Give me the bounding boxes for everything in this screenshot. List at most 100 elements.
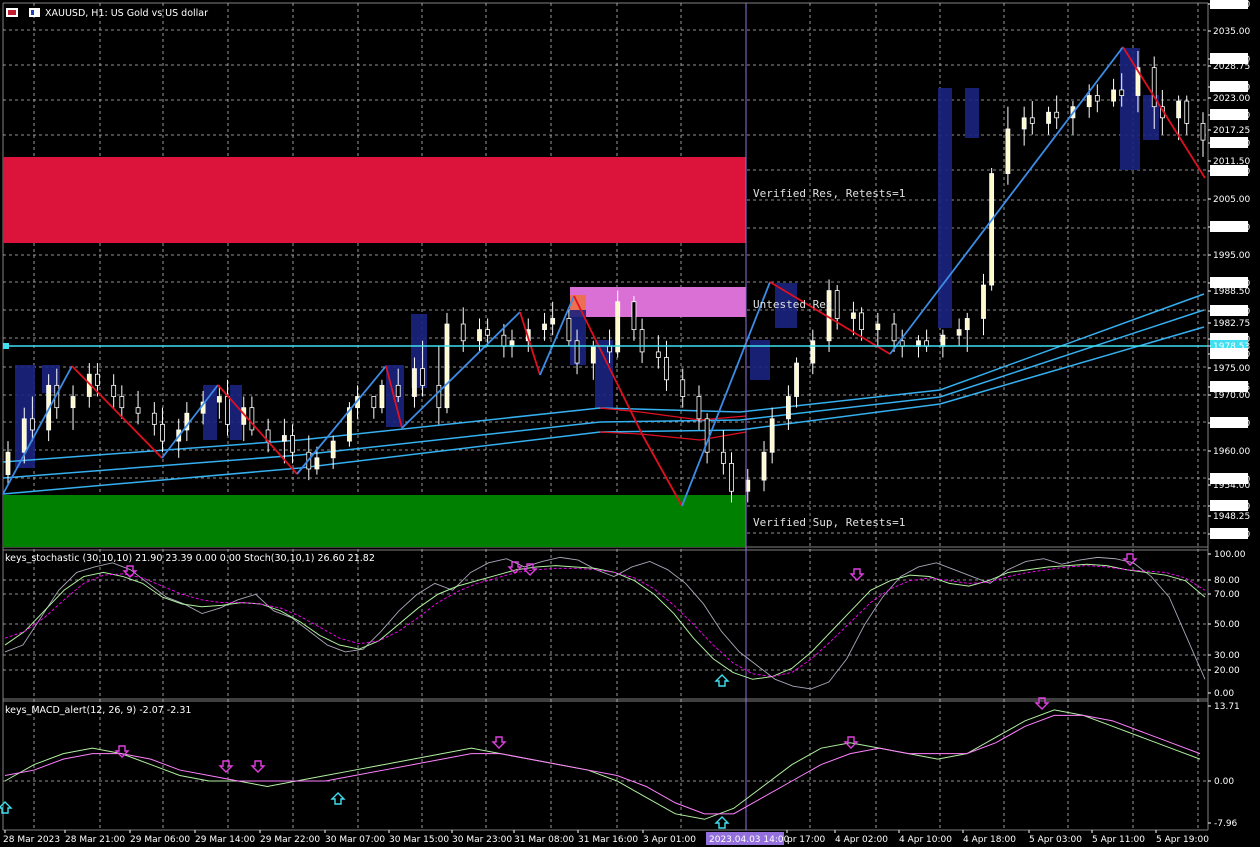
untested-resistance-zone — [570, 287, 746, 317]
price-label: 1985.00 — [1213, 307, 1250, 317]
swing-box-10 — [938, 88, 952, 328]
candle-body-bull — [1046, 111, 1051, 124]
macd-title: keys_MACD_alert(12, 26, 9) -2.07 -2.31 — [5, 705, 191, 716]
price-label: 2035.00 — [1213, 27, 1250, 37]
candle-body-bear — [566, 318, 572, 342]
price-label: 2020.00 — [1213, 111, 1250, 121]
candle-body-bear — [1054, 111, 1060, 119]
candle-body-bear — [160, 423, 165, 442]
candle-body-bear — [639, 329, 645, 353]
time-label: 5 Apr 19:00 — [1156, 835, 1209, 845]
candle-body-bull — [70, 396, 76, 409]
candle-body-bear — [696, 396, 702, 420]
candle-body-bull — [769, 418, 775, 453]
candle-body-bear — [371, 396, 377, 409]
candle-body-bear — [1094, 95, 1100, 102]
time-label: 31 Mar 16:00 — [578, 835, 638, 845]
candle-body-bear — [680, 379, 686, 397]
price-label: 1945.00 — [1213, 530, 1250, 540]
candle-body-bull — [281, 435, 287, 442]
candle-body-bull — [412, 368, 417, 397]
stoch-axis-label: 70.00 — [1214, 590, 1240, 600]
candle-body-bear — [135, 407, 141, 414]
candle-body-bull — [314, 457, 320, 470]
price-label: 1970.00 — [1213, 391, 1250, 401]
candle-body-bear — [225, 396, 230, 425]
candle-body-bear — [1151, 67, 1157, 108]
time-label: 30 Mar 23:00 — [452, 835, 512, 845]
candle-body-bear — [1184, 100, 1190, 124]
price-label: 1995.00 — [1213, 251, 1250, 261]
candle-body-bull — [810, 340, 816, 364]
time-label: 5 Apr 11:00 — [1092, 835, 1145, 845]
candle-body-bull — [1176, 100, 1182, 119]
candle-body-bear — [436, 384, 442, 409]
time-label: 28 Mar 21:00 — [65, 835, 125, 845]
stoch-axis-label: 50.00 — [1214, 620, 1240, 630]
symbol-title: XAUUSD, H1: US Gold vs US dollar — [45, 8, 208, 19]
trading-chart[interactable]: Verified Res, Retests=1 Untested Res Ver… — [0, 0, 1260, 847]
candle-body-bull — [216, 396, 222, 403]
candle-body-bear — [29, 418, 35, 431]
stoch-axis-label: 0.00 — [1214, 689, 1234, 699]
time-label: 4 Apr 02:00 — [835, 835, 888, 845]
candle-body-bull — [615, 301, 621, 353]
candle-body-bull — [875, 323, 881, 331]
candle-body-bull — [989, 173, 995, 286]
candle-body-bear — [1200, 122, 1206, 141]
candle-body-bull — [5, 451, 11, 475]
candle — [444, 312, 450, 414]
candle-body-bull — [964, 318, 970, 331]
candle-body-bull — [940, 334, 946, 347]
price-label: 2000.00 — [1213, 223, 1250, 233]
candle-body-bull — [956, 329, 962, 336]
price-label: 1975.00 — [1213, 364, 1250, 374]
macd-axis-label: 0.00 — [1214, 777, 1234, 787]
price-label: 2025.00 — [1213, 83, 1250, 93]
candle-body-bear — [631, 301, 637, 331]
untested-resistance-label: Untested Res — [753, 298, 832, 311]
price-label: 2017.25 — [1213, 126, 1250, 136]
swing-box-11 — [965, 88, 979, 138]
candle-body-bear — [95, 373, 100, 386]
price-label: 1950.00 — [1213, 502, 1250, 512]
stoch-axis-label: 20.00 — [1214, 666, 1240, 676]
verified-support-zone — [3, 495, 746, 547]
time-label: 28 Mar 2023 — [3, 835, 60, 845]
stochastic-title: keys_stochastic (30,10,10) 21.90 23.39 0… — [5, 553, 375, 564]
price-label: 2023.00 — [1213, 94, 1250, 104]
candle-body-bear — [834, 290, 840, 319]
candle-body-bear — [119, 396, 125, 409]
time-label: 5 Apr 03:00 — [1029, 835, 1082, 845]
time-label: pr 17:00 — [787, 835, 825, 845]
candle-body-bear — [501, 334, 507, 347]
candle-body-bear — [420, 368, 425, 386]
candle-body-bull — [1111, 89, 1116, 102]
candle-body-bull — [1005, 128, 1011, 174]
candle-body-bear — [891, 323, 897, 342]
candle-body-bear — [664, 357, 669, 381]
price-line-handle-left[interactable] — [3, 343, 9, 349]
price-label: 1982.75 — [1213, 319, 1250, 329]
verified-resistance-zone — [3, 157, 746, 243]
candle-body-bull — [477, 329, 482, 342]
candle-body-bull — [794, 362, 799, 397]
candle-body-bear — [655, 351, 661, 358]
candle-body-bear — [607, 345, 612, 353]
candle-body-bull — [786, 396, 791, 420]
candle-body-bull — [330, 440, 336, 459]
price-label: 1965.00 — [1213, 419, 1250, 429]
candle-body-bull — [444, 323, 450, 409]
candle-body-bull — [542, 323, 547, 331]
price-label: 1977.00 — [1213, 350, 1250, 360]
candle — [989, 167, 995, 291]
candle-body-bear — [111, 384, 117, 397]
candle-body-bear — [460, 323, 466, 342]
candle-body-bear — [485, 329, 491, 336]
candle-body-bull — [590, 345, 596, 364]
candle-body-bear — [395, 384, 401, 397]
time-label: 30 Mar 07:00 — [325, 835, 385, 845]
flag-icon — [29, 8, 40, 17]
time-label: 4 Apr 10:00 — [899, 835, 952, 845]
time-label: 29 Mar 06:00 — [130, 835, 190, 845]
